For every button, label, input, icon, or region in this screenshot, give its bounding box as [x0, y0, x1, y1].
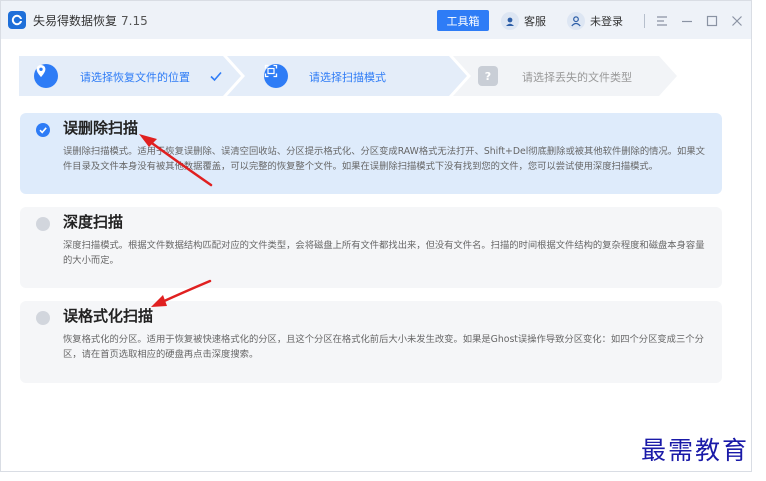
step-3-label: 请选择丢失的文件类型 [522, 71, 632, 84]
checkmark-icon [210, 71, 222, 82]
radio-checked-icon[interactable] [36, 123, 50, 137]
customer-service-label: 客服 [524, 14, 546, 28]
annotation-arrow-icon [139, 134, 213, 187]
scan-mode-icon [264, 64, 288, 88]
option-title: 误删除扫描 [63, 119, 139, 137]
radio-unchecked-icon[interactable] [36, 217, 50, 231]
option-description: 深度扫描模式。根据文件数据结构匹配对应的文件类型，会将磁盘上所有文件都找出来，但… [63, 240, 705, 266]
app-window: 失易得数据恢复 7.15 工具箱 客服 未登录 请选择恢复文件的位置 请选择扫描… [0, 0, 752, 472]
window-controls [644, 10, 751, 31]
headset-icon [501, 11, 519, 30]
option-description: 恢复格式化的分区。适用于恢复被快速格式化的分区，且这个分区在格式化前后大小未发生… [63, 334, 704, 360]
maximize-icon[interactable] [705, 14, 719, 28]
location-pin-icon [34, 64, 58, 88]
customer-service-button[interactable]: 客服 [501, 10, 546, 31]
minimize-icon[interactable] [680, 14, 694, 28]
step-2-label: 请选择扫描模式 [309, 71, 386, 84]
option-title: 深度扫描 [63, 213, 124, 231]
option-format-scan[interactable]: 误格式化扫描 恢复格式化的分区。适用于恢复被快速格式化的分区，且这个分区在格式化… [20, 301, 722, 383]
option-quick-scan[interactable]: 误删除扫描 误删除扫描模式。适用于恢复误删除、误清空回收站、分区提示格式化、分区… [20, 113, 722, 194]
radio-unchecked-icon[interactable] [36, 311, 50, 325]
menu-icon[interactable] [655, 14, 669, 28]
app-name: 失易得数据恢复 [33, 14, 118, 28]
option-title: 误格式化扫描 [63, 307, 154, 325]
title-bar: 失易得数据恢复 7.15 工具箱 客服 未登录 [1, 1, 751, 39]
user-icon [567, 11, 585, 30]
watermark-text: 最需教育 [641, 436, 750, 465]
app-logo-icon [8, 11, 26, 29]
close-icon[interactable] [730, 14, 744, 28]
step-1-label: 请选择恢复文件的位置 [80, 71, 190, 84]
toolbox-button[interactable]: 工具箱 [437, 10, 489, 31]
divider [644, 13, 645, 28]
annotation-arrow-icon [151, 279, 212, 307]
login-button[interactable]: 未登录 [567, 10, 623, 31]
app-title: 失易得数据恢复 7.15 [33, 12, 148, 29]
app-version: 7.15 [121, 14, 148, 28]
login-label: 未登录 [590, 14, 623, 28]
option-deep-scan[interactable]: 深度扫描 深度扫描模式。根据文件数据结构匹配对应的文件类型，会将磁盘上所有文件都… [20, 207, 722, 288]
step-progress: 请选择恢复文件的位置 请选择扫描模式 ? 请选择丢失的文件类型 [19, 56, 679, 96]
question-mark-icon: ? [478, 66, 498, 86]
